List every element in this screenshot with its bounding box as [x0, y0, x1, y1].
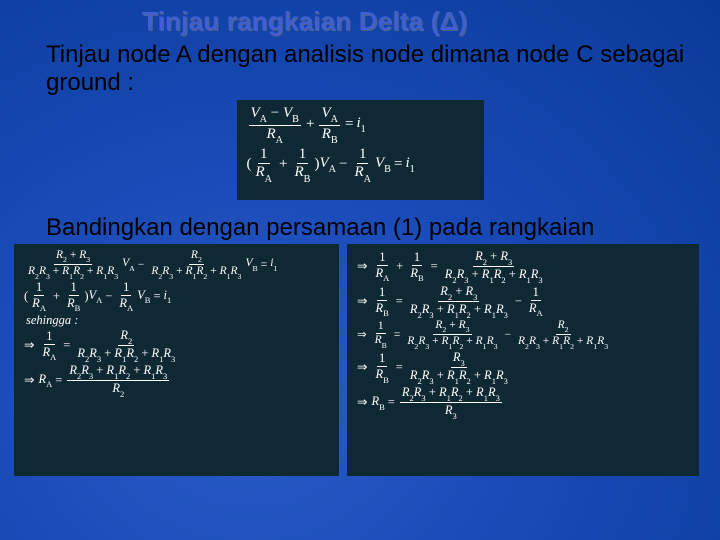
eq-right-line4: 1RB = R3R2R3 + R1R2 + R1R3: [357, 351, 689, 384]
equation-columns: R2 + R3R2R3 + R1R2 + R1R3 VA − R2R2R3 + …: [14, 244, 706, 476]
equation-box-right: 1RA + 1RB = R2 + R3R2R3 + R1R2 + R1R3 1R…: [347, 244, 699, 476]
equation-box-top: VA − VBRA + VARB = i1 ( 1RA + 1RB ) VA −…: [237, 100, 484, 200]
eq-top-line1: VA − VBRA + VARB = i1: [247, 106, 474, 145]
eq-top-line2: ( 1RA + 1RB ) VA − 1RA VB = i1: [247, 147, 474, 183]
slide-title: Tinjau rangkaian Delta (Δ): [142, 6, 706, 37]
eq-right-line5: RB = R2R3 + R1R2 + R1R3R3: [357, 386, 689, 419]
eq-left-sehingga: sehingga :: [26, 314, 329, 327]
equation-box-left: R2 + R3R2R3 + R1R2 + R1R3 VA − R2R2R3 + …: [14, 244, 339, 476]
compare-paragraph: Bandingkan dengan persamaan (1) pada ran…: [46, 214, 696, 242]
eq-left-line1: R2 + R3R2R3 + R1R2 + R1R3 VA − R2R2R3 + …: [24, 250, 329, 279]
eq-left-line5: RA = R2R3 + R1R2 + R1R3R2: [24, 364, 329, 397]
slide: Tinjau rangkaian Delta (Δ) Tinjau node A…: [0, 0, 720, 540]
eq-right-line3: 1RB = R2 + R3R2R3 + R1R2 + R1R3 − R2R2R3…: [357, 320, 689, 349]
intro-paragraph: Tinjau node A dengan analisis node diman…: [46, 41, 696, 98]
eq-right-line2: 1RB = R2 + R3R2R3 + R1R2 + R1R3 − 1RA: [357, 285, 689, 318]
eq-left-line2: ( 1RA + 1RB ) VA − 1RA VB = i1: [24, 281, 329, 312]
eq-right-line1: 1RA + 1RB = R2 + R3R2R3 + R1R2 + R1R3: [357, 250, 689, 283]
eq-left-line4: 1RA = R2R2R3 + R1R2 + R1R3: [24, 329, 329, 362]
